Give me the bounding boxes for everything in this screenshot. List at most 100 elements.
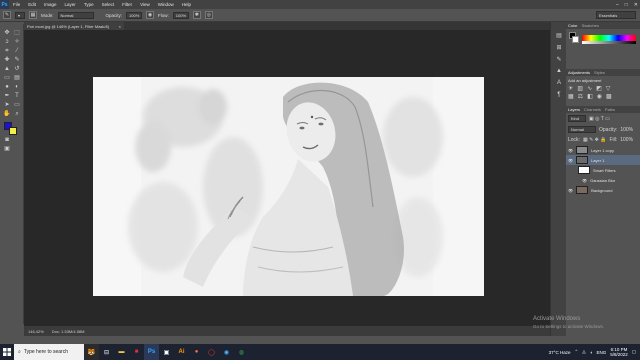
history-brush-tool-icon[interactable]: ↺ (13, 66, 21, 73)
curves-adjust-icon[interactable]: ∿ (587, 85, 592, 92)
illustrator-taskbar-icon[interactable]: Ai (174, 344, 189, 360)
app-blue-icon[interactable]: ◉ (219, 344, 234, 360)
tray-chevron-icon[interactable]: ⌃ (574, 349, 578, 355)
airbrush-icon[interactable]: ✱ (192, 11, 201, 19)
eye-icon[interactable]: 👁 (568, 148, 573, 153)
brush-size-picker[interactable]: ▾ (15, 11, 25, 19)
flow-input[interactable]: 100% (172, 11, 189, 19)
clone-source-panel-icon[interactable]: ▲ (555, 68, 563, 76)
document-tab-close-icon[interactable]: × (119, 24, 124, 29)
pressure-opacity-icon[interactable]: ◉ (146, 11, 155, 19)
mixer-adjust-icon[interactable]: ▩ (606, 93, 612, 100)
screen-mode-icon[interactable]: ▣ (3, 146, 11, 153)
image-canvas[interactable] (93, 77, 484, 296)
hue-adjust-icon[interactable]: ▦ (568, 93, 574, 100)
pressure-size-icon[interactable]: ◎ (204, 11, 213, 19)
photoshop-taskbar-icon[interactable]: Ps (144, 344, 159, 360)
document-tab[interactable]: Pori moni.jpg @ 146% (Layer 1, Filter Ma… (24, 22, 124, 30)
tab-color[interactable]: Color (568, 23, 578, 28)
photo-filter-icon[interactable]: ◉ (597, 93, 602, 100)
maximize-button[interactable]: □ (625, 2, 628, 8)
taskbar-search[interactable]: ⌕ Type here to search (14, 344, 84, 360)
eye-icon[interactable]: 👁 (568, 158, 573, 163)
paragraph-panel-icon[interactable]: ¶ (555, 92, 563, 100)
type-tool-icon[interactable]: T (13, 93, 21, 100)
document-info[interactable]: Doc: 1.53M/4.58M (52, 329, 85, 334)
language-indicator[interactable]: ENG (596, 350, 606, 355)
layer-kind-select[interactable]: Kind (568, 115, 586, 122)
zoom-tool-icon[interactable]: ⌕ (13, 111, 21, 118)
layer-row[interactable]: 👁 Gaussian Blur (566, 175, 640, 185)
app-red-icon[interactable]: ■ (129, 344, 144, 360)
path-select-tool-icon[interactable]: ➤ (3, 102, 11, 109)
gradient-tool-icon[interactable]: ▤ (13, 75, 21, 82)
brush-panel-icon[interactable]: ▦ (29, 11, 37, 19)
start-button[interactable] (0, 344, 14, 360)
volume-icon[interactable]: ◖ (590, 350, 593, 355)
workspace-select[interactable]: Essentials (596, 11, 636, 19)
chrome-icon[interactable]: ◍ (234, 344, 249, 360)
menu-type[interactable]: Type (80, 2, 98, 7)
character-panel-icon[interactable]: A (555, 80, 563, 88)
task-switch-icon[interactable]: ⊟ (99, 344, 114, 360)
network-icon[interactable]: ◬ (582, 349, 585, 355)
eraser-tool-icon[interactable]: ▭ (3, 75, 11, 82)
shape-tool-icon[interactable]: ▭ (13, 102, 21, 109)
brush-tool-icon[interactable]: ✎ (13, 57, 21, 64)
tab-adjustments[interactable]: Adjustments (568, 70, 590, 75)
quick-mask-icon[interactable]: ◙ (3, 137, 11, 144)
menu-image[interactable]: Image (40, 2, 61, 7)
levels-adjust-icon[interactable]: ▥ (577, 85, 583, 92)
vibrance-adjust-icon[interactable]: ▽ (606, 85, 611, 92)
opera-icon[interactable]: ◯ (204, 344, 219, 360)
eye-icon[interactable]: 👁 (568, 188, 573, 193)
tab-channels[interactable]: Channels (584, 107, 601, 112)
menu-help[interactable]: Help (178, 2, 195, 7)
weather-status[interactable]: 37°C Haze (549, 350, 571, 355)
tab-swatches[interactable]: Swatches (582, 23, 599, 28)
app-window-icon[interactable]: ▣ (159, 344, 174, 360)
layer-row[interactable]: 👁 Layer 1 (566, 155, 640, 165)
background-color-swatch[interactable] (9, 127, 17, 135)
task-view-icon[interactable]: 🐯 (84, 344, 99, 360)
clock[interactable]: 6:10 PM 5/8/2022 (610, 347, 628, 357)
tab-styles[interactable]: Styles (594, 70, 605, 75)
tab-layers[interactable]: Layers (568, 107, 580, 112)
menu-window[interactable]: Window (154, 2, 178, 7)
tab-paths[interactable]: Paths (605, 107, 615, 112)
crop-tool-icon[interactable]: ⌗ (3, 48, 11, 55)
layer-opacity-value[interactable]: 100% (620, 127, 633, 133)
lasso-tool-icon[interactable]: ↄ (3, 39, 11, 46)
menu-select[interactable]: Select (98, 2, 119, 7)
layer-row[interactable]: 👁 Layer 1 copy (566, 145, 640, 155)
menu-filter[interactable]: Filter (118, 2, 136, 7)
grayscale-ramp[interactable] (582, 41, 636, 44)
dodge-tool-icon[interactable]: ◐ (13, 84, 21, 91)
brightness-adjust-icon[interactable]: ☀ (568, 85, 573, 92)
quick-select-tool-icon[interactable]: ✧ (13, 39, 21, 46)
brush-tool-preset-icon[interactable]: ✎ (3, 11, 11, 19)
clone-stamp-tool-icon[interactable]: ▲ (3, 66, 11, 73)
close-button[interactable]: ✕ (634, 2, 638, 8)
minimize-button[interactable]: – (616, 2, 619, 8)
hand-tool-icon[interactable]: ✋ (3, 111, 11, 118)
history-panel-icon[interactable]: ▤ (555, 32, 563, 40)
notification-icon[interactable]: ▢ (632, 349, 636, 355)
move-tool-icon[interactable]: ✥ (3, 30, 11, 37)
layer-blend-select[interactable]: Normal (568, 126, 596, 133)
bw-adjust-icon[interactable]: ◧ (587, 93, 593, 100)
fill-value[interactable]: 100% (620, 137, 633, 143)
lock-icons[interactable]: ▦ ✎ ✥ 🔒 (583, 137, 607, 143)
mode-select[interactable]: Normal (57, 11, 94, 19)
brush-panel-icon[interactable]: ✎ (555, 56, 563, 64)
zoom-level[interactable]: 146.42% (28, 329, 44, 334)
eyedropper-tool-icon[interactable]: ⁄ (13, 48, 21, 55)
blur-tool-icon[interactable]: ● (3, 84, 11, 91)
properties-panel-icon[interactable]: ⊞ (555, 44, 563, 52)
menu-view[interactable]: View (136, 2, 154, 7)
menu-layer[interactable]: Layer (61, 2, 80, 7)
layer-row[interactable]: 👁 Background (566, 185, 640, 195)
menu-edit[interactable]: Edit (24, 2, 40, 7)
color-panel-background[interactable] (572, 36, 579, 43)
layer-filter-icons[interactable]: ▣ ◎ T ▭ (589, 116, 610, 122)
